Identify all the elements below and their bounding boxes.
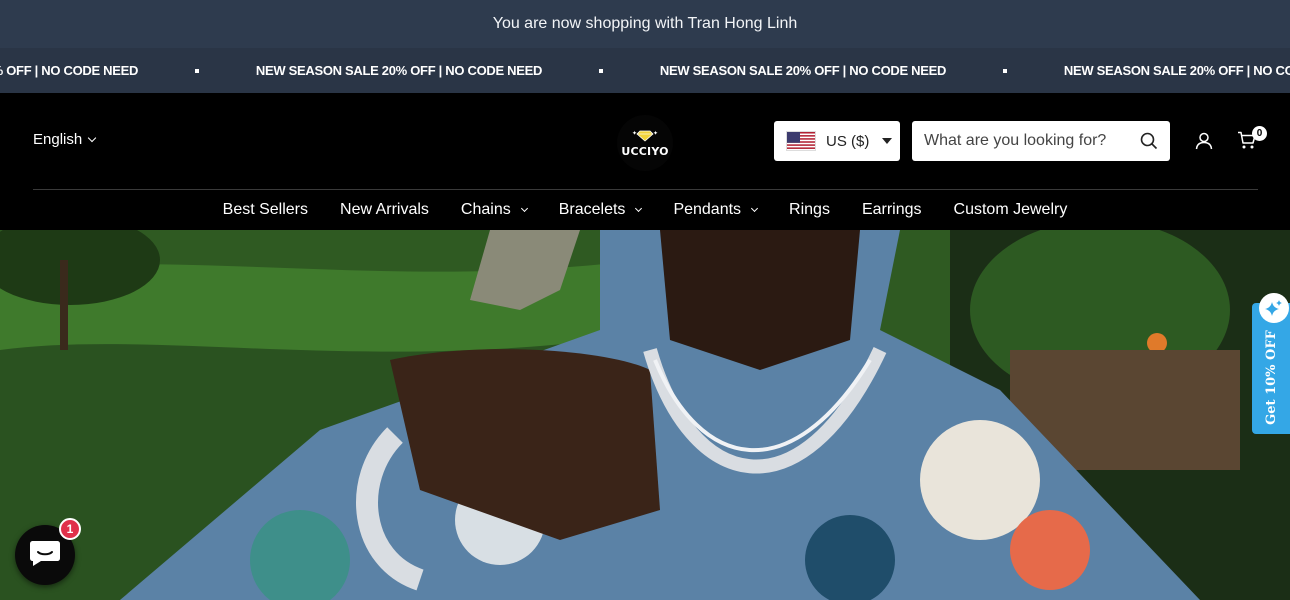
chevron-down-icon — [520, 204, 528, 213]
marquee-text: NEW SEASON SALE 20% OFF | NO CODE NEED — [1063, 63, 1290, 78]
search-icon[interactable] — [1140, 132, 1158, 155]
nav-item-label: Chains — [460, 201, 511, 218]
caret-down-icon — [882, 138, 892, 144]
currency-selector[interactable]: US ($) — [774, 121, 900, 161]
nav-item-label: Pendants — [673, 201, 742, 218]
marquee-track: NEW SEASON SALE 20% OFF | NO CODE NEED N… — [0, 48, 1290, 93]
nav-item-bracelets[interactable]: Bracelets — [558, 201, 643, 219]
shopping-as-banner: You are now shopping with Tran Hong Linh — [0, 0, 1290, 48]
announcement-marquee: NEW SEASON SALE 20% OFF | NO CODE NEED N… — [0, 48, 1290, 93]
nav-item-best-sellers[interactable]: Best Sellers — [223, 201, 308, 219]
nav-item-new-arrivals[interactable]: New Arrivals — [340, 201, 429, 219]
chat-bubble-icon — [29, 539, 61, 572]
marquee-text: NEW SEASON SALE 20% OFF | NO CODE NEED — [659, 63, 947, 78]
shopping-as-text: You are now shopping with Tran Hong Linh — [492, 15, 798, 32]
svg-text:✦: ✦ — [632, 130, 637, 137]
nav-item-label: Earrings — [861, 201, 922, 218]
nav-item-earrings[interactable]: Earrings — [862, 201, 922, 219]
nav-item-label: Best Sellers — [222, 201, 309, 218]
nav-item-chains[interactable]: Chains — [460, 201, 528, 219]
nav-item-label: New Arrivals — [340, 201, 429, 218]
main-navigation: Best Sellers New Arrivals Chains Bracele… — [0, 190, 1290, 230]
marquee-item: NEW SEASON SALE 20% OFF | NO CODE NEED — [239, 63, 643, 78]
chevron-down-icon — [635, 204, 643, 213]
marquee-text: NEW SEASON SALE 20% OFF | NO CODE NEED — [0, 63, 139, 78]
logo-text: UCCIYO — [621, 144, 669, 158]
nav-item-rings[interactable]: Rings — [789, 201, 830, 219]
nav-item-label: Custom Jewelry — [953, 201, 1068, 218]
marquee-item: NEW SEASON SALE 20% OFF | NO CODE NEED — [643, 63, 1047, 78]
svg-text:✦: ✦ — [653, 130, 658, 137]
search-input[interactable] — [924, 132, 1124, 150]
diamond-icon: ✦ ✦ — [632, 129, 658, 143]
account-icon[interactable] — [1195, 132, 1213, 155]
nav-item-label: Bracelets — [558, 201, 626, 218]
marquee-item: NEW SEASON SALE 20% OFF | NO CODE NEED — [1047, 63, 1290, 78]
sparkle-icon — [1259, 293, 1289, 323]
language-label: English — [33, 131, 83, 148]
hero-banner-image[interactable] — [0, 230, 1290, 600]
marquee-text: NEW SEASON SALE 20% OFF | NO CODE NEED — [255, 63, 543, 78]
nav-item-custom-jewelry[interactable]: Custom Jewelry — [954, 201, 1068, 219]
nav-item-label: Rings — [789, 201, 830, 218]
search-box[interactable] — [912, 121, 1170, 161]
discount-label: Get 10% OFF — [1263, 330, 1279, 425]
chevron-down-icon — [87, 133, 97, 143]
site-header: English ✦ ✦ UCCIYO US ($) What are you l… — [0, 93, 1290, 230]
language-selector[interactable]: English — [33, 131, 97, 148]
marquee-item: NEW SEASON SALE 20% OFF | NO CODE NEED — [0, 63, 239, 78]
site-logo[interactable]: ✦ ✦ UCCIYO — [617, 115, 673, 171]
chat-unread-badge: 1 — [59, 518, 81, 540]
marquee-separator-dot — [1003, 68, 1007, 73]
marquee-separator-dot — [599, 68, 603, 73]
us-flag-icon — [786, 131, 816, 151]
currency-label: US ($) — [826, 132, 870, 150]
chevron-down-icon — [751, 204, 759, 213]
cart-count-badge: 0 — [1252, 126, 1267, 141]
nav-item-pendants[interactable]: Pendants — [673, 201, 759, 219]
marquee-separator-dot — [195, 68, 199, 73]
